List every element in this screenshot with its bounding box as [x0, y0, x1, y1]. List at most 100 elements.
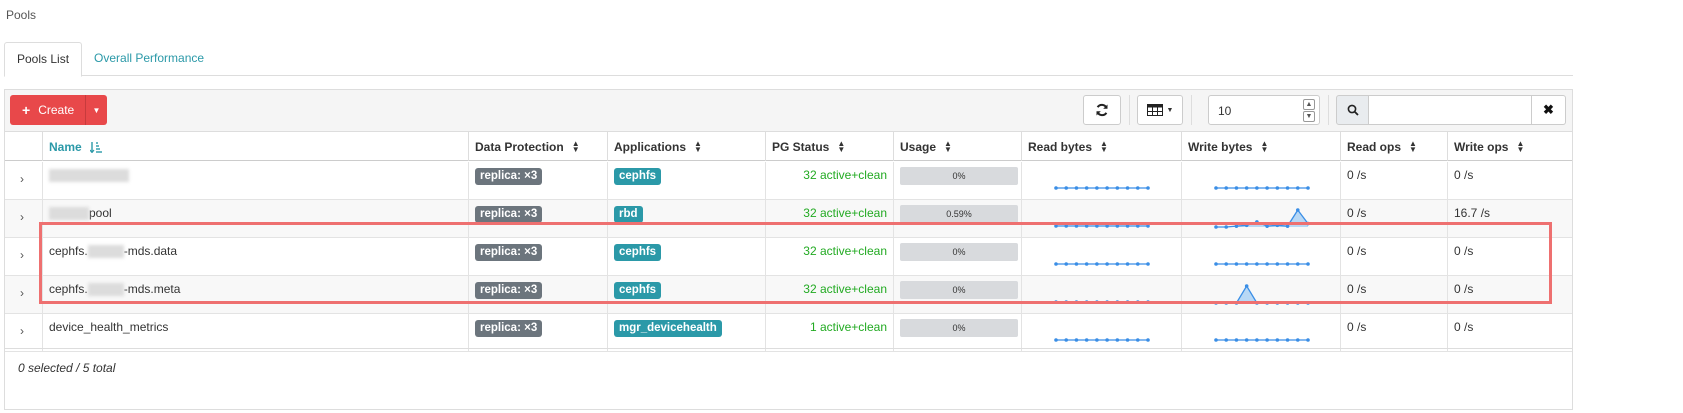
write-ops: 0 /s: [1447, 162, 1572, 200]
write-ops: 0 /s: [1447, 314, 1572, 352]
sparkline-point: [1265, 301, 1269, 305]
application-badge: mgr_devicehealth: [614, 320, 722, 337]
sparkline-point: [1095, 224, 1099, 228]
sparkline-point: [1064, 300, 1069, 304]
sparkline-point: [1125, 338, 1130, 342]
application-badge: rbd: [614, 206, 643, 223]
pool-name: pool: [42, 200, 468, 238]
sparkline-point: [1074, 262, 1079, 266]
write-bytes-sparkline: [1214, 284, 1310, 305]
create-dropdown-toggle[interactable]: ▼: [86, 106, 107, 115]
table-row[interactable]: › device_health_metrics replica: ×3 mgr_…: [5, 314, 1572, 352]
usage-bar: 0%: [900, 319, 1018, 337]
sparkline-point: [1095, 300, 1099, 304]
tab-pools-list[interactable]: Pools List: [4, 42, 83, 77]
sparkline-point: [1125, 262, 1130, 266]
column-header-applications[interactable]: Applications ▲ ▼: [607, 132, 765, 161]
sparkline-point: [1084, 262, 1089, 266]
table-row[interactable]: › pool replica: ×3 rbd 32 active+clean 0…: [5, 200, 1572, 238]
tab-overall-performance[interactable]: Overall Performance: [82, 42, 216, 76]
create-button[interactable]: + Create ▼: [10, 95, 107, 125]
pool-name: [42, 162, 468, 200]
sparkline-point: [1255, 262, 1259, 266]
sparkline-point: [1295, 301, 1300, 305]
sparkline-point: [1224, 301, 1229, 305]
data-protection-badge: replica: ×3: [475, 244, 543, 261]
sparkline-point: [1214, 225, 1218, 229]
columns-toggle-button[interactable]: ▼: [1137, 95, 1183, 125]
sparkline-point: [1224, 262, 1229, 266]
expand-row-icon[interactable]: ›: [20, 324, 24, 338]
pg-status: 32 active+clean: [765, 238, 893, 276]
write-ops: 0 /s: [1447, 276, 1572, 314]
sort-icon: ▲ ▼: [1260, 138, 1269, 154]
column-header-usage[interactable]: Usage ▲ ▼: [893, 132, 1021, 161]
sparkline-point: [1054, 300, 1058, 304]
column-header-data-protection[interactable]: Data Protection ▲ ▼: [468, 132, 607, 161]
usage-bar: 0.59%: [900, 205, 1018, 223]
decrement-icon[interactable]: ▼: [1303, 111, 1315, 122]
sparkline-point: [1105, 186, 1109, 190]
write-bytes-sparkline: [1214, 208, 1310, 229]
pool-name: device_health_metrics: [42, 314, 468, 352]
sparkline-point: [1306, 338, 1310, 342]
column-header-write-ops[interactable]: Write ops ▲ ▼: [1447, 132, 1572, 161]
sparkline-point: [1146, 338, 1150, 342]
sparkline-point: [1074, 338, 1079, 342]
pg-status: 1 active+clean: [765, 314, 893, 352]
application-badge: cephfs: [614, 168, 662, 185]
search-group: ✖: [1336, 95, 1566, 125]
sparkline-point: [1105, 262, 1109, 266]
sparkline-area: [1216, 286, 1308, 303]
expand-row-icon[interactable]: ›: [20, 172, 24, 186]
usage-bar: 0%: [900, 281, 1018, 299]
breadcrumb: Pools: [6, 8, 37, 22]
sparkline-point: [1244, 284, 1249, 288]
sort-icon: ▲ ▼: [571, 138, 580, 154]
sparkline-point: [1054, 186, 1058, 190]
expand-row-icon[interactable]: ›: [20, 210, 24, 224]
sparkline-point: [1244, 262, 1249, 266]
sparkline-point: [1224, 338, 1229, 342]
search-input[interactable]: [1369, 95, 1532, 125]
sparkline-point: [1275, 186, 1280, 190]
sparkline-point: [1275, 262, 1280, 266]
read-ops: 0 /s: [1340, 238, 1447, 276]
sort-icon: ▲ ▼: [1516, 138, 1525, 154]
read-ops: 0 /s: [1340, 276, 1447, 314]
sort-icon: ▲ ▼: [837, 138, 846, 154]
table-row[interactable]: › cephfs. -mds.data replica: ×3 cephfs 32…: [5, 238, 1572, 276]
sparkline-point: [1285, 224, 1290, 228]
sparkline-point: [1084, 300, 1089, 304]
sparkline-point: [1234, 301, 1239, 305]
column-header-pg-status[interactable]: PG Status ▲ ▼: [765, 132, 893, 161]
increment-icon[interactable]: ▲: [1303, 99, 1315, 110]
sparkline-point: [1234, 186, 1239, 190]
sparkline-point: [1234, 338, 1239, 342]
expand-column-header: [5, 132, 42, 161]
sparkline-point: [1214, 301, 1218, 305]
column-header-name[interactable]: Name: [42, 132, 468, 161]
sparkline-point: [1295, 186, 1300, 190]
column-header-read-ops[interactable]: Read ops ▲ ▼: [1340, 132, 1447, 161]
sparkline-point: [1244, 186, 1249, 190]
sparkline-point: [1214, 262, 1218, 266]
sort-icon: ▲ ▼: [944, 138, 952, 154]
sparkline-point: [1265, 186, 1269, 190]
sparkline-point: [1135, 338, 1140, 342]
table-row[interactable]: › cephfs. -mds.meta replica: ×3 cephfs 32…: [5, 276, 1572, 314]
table-row[interactable]: › replica: ×3 cephfs 32 active+clean 0% …: [5, 162, 1572, 200]
sparkline-point: [1095, 338, 1099, 342]
sparkline-point: [1125, 300, 1130, 304]
sparkline-point: [1095, 262, 1099, 266]
refresh-button[interactable]: [1083, 95, 1121, 125]
column-header-write-bytes[interactable]: Write bytes ▲ ▼: [1181, 132, 1340, 161]
clear-search-button[interactable]: ✖: [1532, 95, 1566, 125]
tab-bar: Pools List Overall Performance: [4, 42, 1573, 77]
sparkline-point: [1135, 186, 1140, 190]
pg-status: 32 active+clean: [765, 276, 893, 314]
expand-row-icon[interactable]: ›: [20, 248, 24, 262]
page-size-input[interactable]: 10 ▲ ▼: [1208, 95, 1320, 125]
column-header-read-bytes[interactable]: Read bytes ▲ ▼: [1021, 132, 1181, 161]
expand-row-icon[interactable]: ›: [20, 286, 24, 300]
